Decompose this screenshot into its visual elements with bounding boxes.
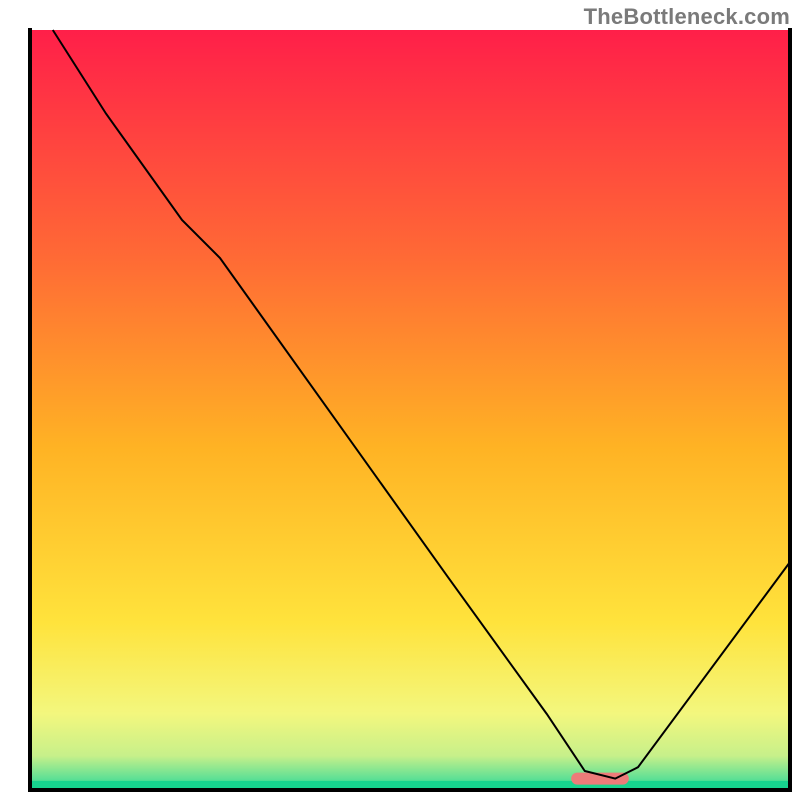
- chart-container: TheBottleneck.com: [0, 0, 800, 800]
- bottleneck-chart: [0, 0, 800, 800]
- chart-background-gradient: [30, 30, 790, 790]
